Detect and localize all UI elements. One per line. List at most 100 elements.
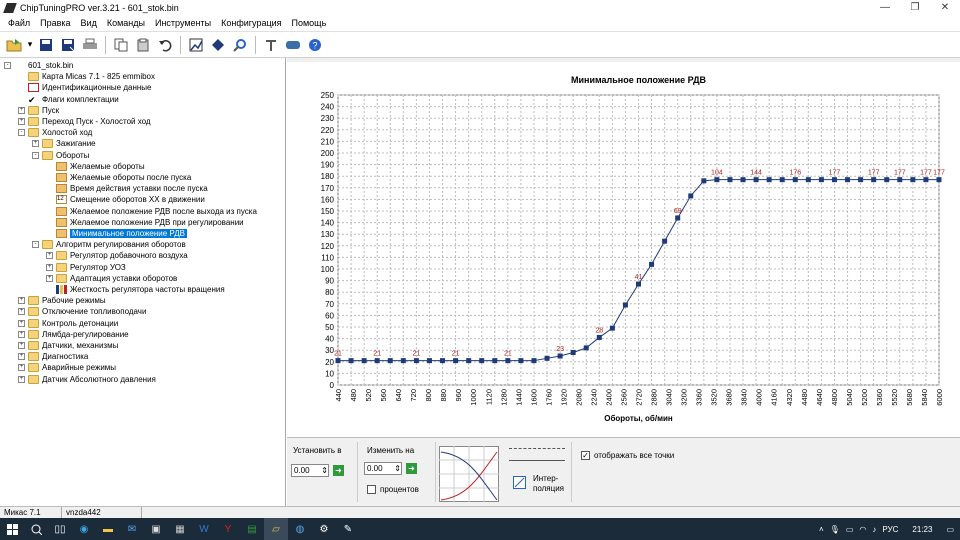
tree-item[interactable]: + Пуск <box>18 105 59 116</box>
app-icon[interactable]: ◍ <box>288 518 312 540</box>
data-point[interactable] <box>753 177 759 183</box>
collapse-icon[interactable]: - <box>32 151 39 159</box>
yandex-icon[interactable]: Y <box>216 518 240 540</box>
menu-2[interactable]: Вид <box>76 18 102 28</box>
percent-checkbox[interactable] <box>367 485 376 494</box>
open-icon[interactable] <box>4 35 24 55</box>
tree-item[interactable]: - Обороты <box>32 150 89 161</box>
data-point[interactable] <box>492 358 498 364</box>
show-all-points-checkbox[interactable]: ✓ <box>581 451 590 460</box>
copy-icon[interactable] <box>111 35 131 55</box>
tree-item[interactable]: Карта Micas 7.1 - 825 emmibox <box>18 71 155 82</box>
expand-icon[interactable]: + <box>18 319 25 327</box>
data-point[interactable] <box>871 177 877 183</box>
data-point[interactable] <box>766 177 772 183</box>
data-point[interactable] <box>596 334 602 340</box>
interp-slider-bottom[interactable] <box>509 460 565 466</box>
tree-item[interactable]: + Адаптация уставки оборотов <box>46 273 177 284</box>
explorer-icon[interactable]: ▬ <box>96 518 120 540</box>
restore-button[interactable]: ❐ <box>900 0 930 15</box>
collapse-icon[interactable]: - <box>18 129 25 137</box>
tree-item[interactable]: + Регулятор добавочного воздуха <box>46 250 188 261</box>
menu-0[interactable]: Файл <box>3 18 35 28</box>
menu-4[interactable]: Инструменты <box>150 18 216 28</box>
menu-5[interactable]: Конфигурация <box>216 18 286 28</box>
data-point[interactable] <box>518 358 524 364</box>
menu-6[interactable]: Помощь <box>287 18 332 28</box>
min-rdv-chart[interactable]: Минимальное положение РДВ Обороты, об/мин… <box>287 62 960 432</box>
paste-icon[interactable] <box>133 35 153 55</box>
expand-icon[interactable]: + <box>18 106 25 114</box>
tree-item[interactable]: + Датчики, механизмы <box>18 340 118 351</box>
expand-icon[interactable]: + <box>46 274 53 282</box>
data-point[interactable] <box>440 358 446 364</box>
undo-icon[interactable] <box>155 35 175 55</box>
tree-item[interactable]: + Аварийные режимы <box>18 362 116 373</box>
settings-icon[interactable]: ⚙ <box>312 518 336 540</box>
help-icon[interactable]: ? <box>305 35 325 55</box>
data-point[interactable] <box>688 193 694 199</box>
tree-item[interactable]: Желаемые обороты <box>46 161 145 172</box>
data-point[interactable] <box>740 177 746 183</box>
edge-icon[interactable]: ◉ <box>72 518 96 540</box>
data-point[interactable] <box>858 177 864 183</box>
apply-change-button[interactable]: ➜ <box>406 463 417 474</box>
apply-set-button[interactable]: ➜ <box>333 465 344 476</box>
battery-icon[interactable]: ▭ <box>846 525 854 534</box>
data-point[interactable] <box>884 177 890 183</box>
data-point[interactable] <box>714 177 720 183</box>
expand-icon[interactable]: + <box>32 140 39 148</box>
save-icon[interactable] <box>36 35 56 55</box>
tree-item[interactable]: + Лямбда-регулирование <box>18 329 129 340</box>
graph-icon[interactable] <box>186 35 206 55</box>
expand-icon[interactable]: + <box>18 118 25 125</box>
tree-item[interactable]: + Регулятор УОЗ <box>46 262 126 273</box>
data-point[interactable] <box>662 238 668 244</box>
data-point[interactable] <box>570 350 576 356</box>
data-point[interactable] <box>622 302 628 308</box>
expand-icon[interactable]: + <box>18 330 25 338</box>
data-point[interactable] <box>413 358 419 364</box>
data-point[interactable] <box>335 358 341 364</box>
data-point[interactable] <box>897 177 903 183</box>
data-point[interactable] <box>636 281 641 287</box>
data-point[interactable] <box>609 325 615 331</box>
tree-item[interactable]: Желаемое положение РДВ после выхода из п… <box>46 206 257 217</box>
data-point[interactable] <box>531 358 537 364</box>
data-point[interactable] <box>845 177 851 183</box>
clock[interactable]: 21:23 <box>912 525 932 534</box>
tree-item[interactable]: + Рабочие режимы <box>18 295 106 306</box>
language-indicator[interactable]: РУС <box>882 525 898 534</box>
network-icon[interactable]: ◠ <box>859 525 866 534</box>
data-point[interactable] <box>936 177 942 183</box>
tree-item[interactable]: Жесткость регулятора частоты вращения <box>46 284 225 295</box>
expand-icon[interactable]: + <box>18 297 25 305</box>
tree-item[interactable]: + Датчик Абсолютного давления <box>18 374 156 385</box>
expand-icon[interactable]: + <box>18 375 25 383</box>
chiptuning-icon[interactable]: ▱ <box>264 518 288 540</box>
expand-icon[interactable]: + <box>18 342 25 349</box>
tree-item[interactable]: - Алгоритм регулирования оборотов <box>32 239 186 250</box>
tree-item[interactable]: + Отключение топливоподачи <box>18 306 146 317</box>
tree-item[interactable]: + Диагностика <box>18 351 88 362</box>
data-point[interactable] <box>479 358 485 364</box>
data-point[interactable] <box>923 177 929 183</box>
tree-item[interactable]: + Контроль детонации <box>18 318 118 329</box>
tree-item[interactable]: + Переход Пуск - Холостой ход <box>18 116 151 127</box>
tool-icon[interactable]: ✎ <box>336 518 360 540</box>
data-point[interactable] <box>557 353 563 359</box>
notification-icon[interactable]: ▭ <box>946 525 954 534</box>
tree-item[interactable]: Минимальное положение РДВ <box>46 228 187 239</box>
data-point[interactable] <box>779 177 785 183</box>
interpolation-preview[interactable] <box>439 446 499 502</box>
tree-item[interactable]: 12 Смещение оборотов ХХ в движении <box>46 194 205 205</box>
data-point[interactable] <box>675 215 681 221</box>
close-button[interactable]: ✕ <box>930 0 960 15</box>
data-point[interactable] <box>505 358 511 364</box>
chip-icon[interactable] <box>283 35 303 55</box>
search-icon[interactable] <box>24 518 48 540</box>
store-icon[interactable]: ▣ <box>144 518 168 540</box>
data-point[interactable] <box>910 177 916 183</box>
data-point[interactable] <box>361 358 367 364</box>
data-point[interactable] <box>818 177 824 183</box>
